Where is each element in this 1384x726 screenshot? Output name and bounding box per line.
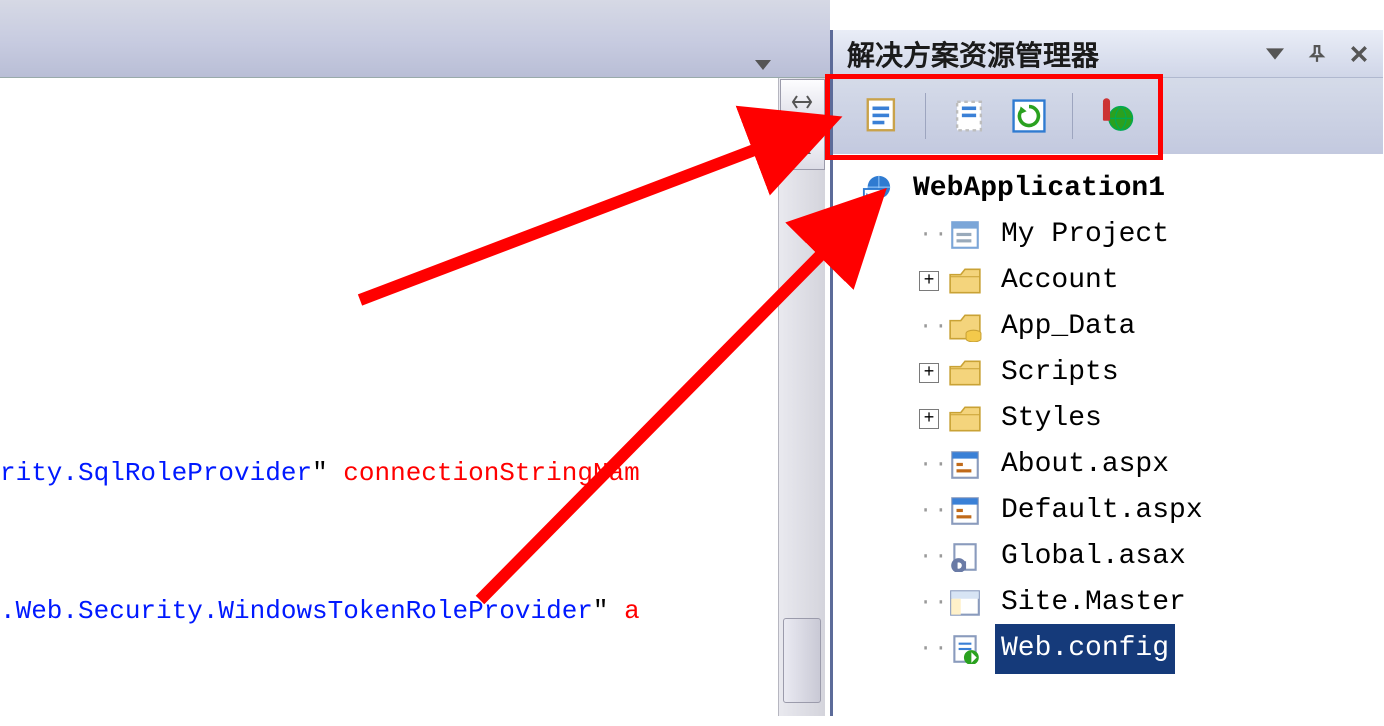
tree-item-sitemaster[interactable]: ··· Site.Master xyxy=(859,580,1383,626)
aspnet-config-button[interactable] xyxy=(1093,93,1139,139)
tree-item-global[interactable]: ··· Global.asax xyxy=(859,534,1383,580)
tree-item-label: Scripts xyxy=(995,348,1125,398)
tree-item-label: Web.config xyxy=(995,624,1175,674)
folder-icon xyxy=(947,265,983,297)
toolbar-separator xyxy=(1072,93,1073,139)
tree-item-appdata[interactable]: ··· App_Data xyxy=(859,304,1383,350)
editor-split-handle[interactable] xyxy=(780,79,825,124)
tree-item-label: Global.asax xyxy=(995,532,1192,582)
scroll-thumb[interactable] xyxy=(783,618,821,703)
solution-toolbar xyxy=(833,78,1383,154)
tree-root[interactable]: WebApplication1 xyxy=(859,166,1383,212)
tree-item-my-project[interactable]: ··· My Project xyxy=(859,212,1383,258)
solution-explorer-title: 解决方案资源管理器 xyxy=(847,34,1099,74)
app-root: rity.SqlRoleProvider" connectionStringNa… xyxy=(0,0,1384,716)
expand-toggle[interactable]: + xyxy=(919,363,939,383)
properties-button[interactable] xyxy=(859,93,905,139)
code-line: rity.SqlRoleProvider" connectionStringNa… xyxy=(0,450,822,496)
expand-toggle[interactable]: + xyxy=(919,271,939,291)
refresh-button[interactable] xyxy=(1006,93,1052,139)
tree-item-label: App_Data xyxy=(995,302,1141,352)
aspx-icon xyxy=(947,495,983,527)
solution-tree[interactable]: WebApplication1 ··· My Project + Account… xyxy=(833,154,1383,672)
code-line: .Web.Security.WindowsTokenRoleProvider" … xyxy=(0,588,822,634)
tree-item-label: Site.Master xyxy=(995,578,1192,628)
code-editor[interactable]: rity.SqlRoleProvider" connectionStringNa… xyxy=(0,78,825,716)
folder-icon xyxy=(947,357,983,389)
tree-item-label: Default.aspx xyxy=(995,486,1209,536)
master-icon xyxy=(947,587,983,619)
tree-item-scripts[interactable]: + Scripts xyxy=(859,350,1383,396)
tree-item-label: My Project xyxy=(995,210,1175,260)
editor-tabstrip xyxy=(0,0,830,78)
tree-item-account[interactable]: + Account xyxy=(859,258,1383,304)
config-icon xyxy=(947,633,983,665)
pane-close-button[interactable] xyxy=(1345,40,1373,68)
solution-explorer-pane: 解决方案资源管理器 WebApplication1 ··· My Project xyxy=(830,30,1383,716)
tree-item-label: Styles xyxy=(995,394,1108,444)
pane-menu-button[interactable] xyxy=(1261,40,1289,68)
tree-item-about[interactable]: ··· About.aspx xyxy=(859,442,1383,488)
expand-toggle[interactable]: + xyxy=(919,409,939,429)
props-icon xyxy=(947,219,983,251)
tree-item-styles[interactable]: + Styles xyxy=(859,396,1383,442)
scroll-up-button[interactable] xyxy=(780,125,825,170)
folder-icon xyxy=(947,403,983,435)
tree-item-webconfig[interactable]: ··· Web.config xyxy=(859,626,1383,672)
aspx-icon xyxy=(947,449,983,481)
tree-item-default[interactable]: ··· Default.aspx xyxy=(859,488,1383,534)
editor-scrollbar[interactable] xyxy=(778,78,825,716)
tree-item-label: About.aspx xyxy=(995,440,1175,490)
show-all-files-button[interactable] xyxy=(946,93,992,139)
vbproj-icon xyxy=(859,173,895,205)
appdata-icon xyxy=(947,311,983,343)
tree-item-label: Account xyxy=(995,256,1125,306)
tab-overflow-button[interactable] xyxy=(755,60,771,70)
solution-explorer-titlebar[interactable]: 解决方案资源管理器 xyxy=(833,30,1383,78)
asax-icon xyxy=(947,541,983,573)
tree-root-label: WebApplication1 xyxy=(907,164,1171,214)
pane-pin-button[interactable] xyxy=(1303,40,1331,68)
toolbar-separator xyxy=(925,93,926,139)
